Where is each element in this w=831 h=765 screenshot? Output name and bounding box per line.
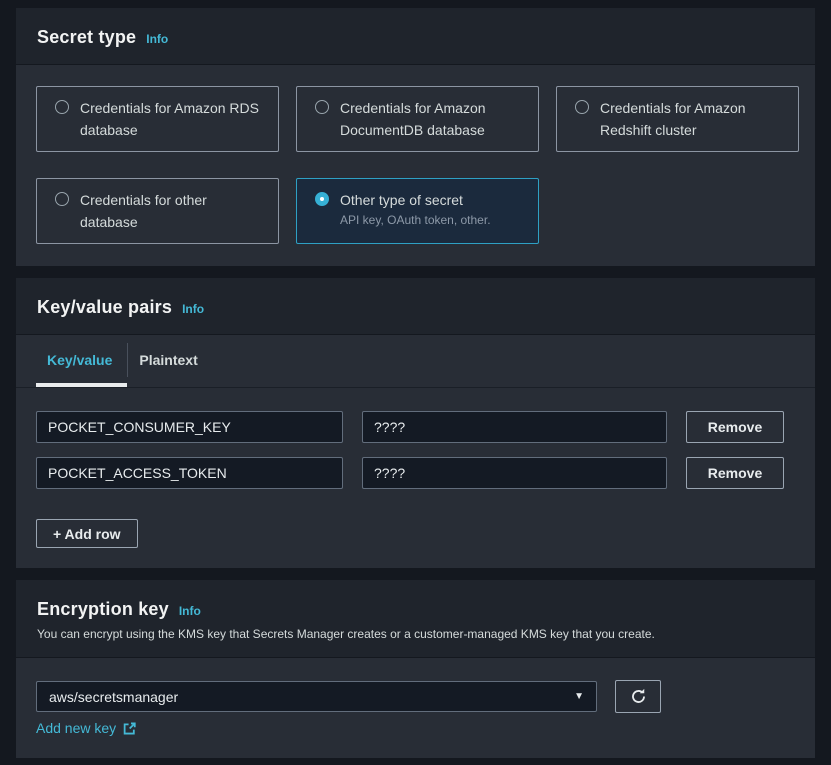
key-value-rows: Remove Remove + Add row — [16, 388, 815, 568]
key-value-pairs-panel: Key/value pairs Info Key/value Plaintext… — [16, 278, 815, 568]
key-value-tabs: Key/value Plaintext — [16, 335, 815, 388]
radio-icon — [315, 100, 329, 114]
secret-type-info-link[interactable]: Info — [146, 32, 168, 46]
encryption-key-title: Encryption key — [37, 599, 169, 620]
add-row-button[interactable]: + Add row — [36, 519, 138, 548]
key-value-pairs-title: Key/value pairs — [37, 297, 172, 318]
radio-icon — [55, 192, 69, 206]
add-new-key-link[interactable]: Add new key — [36, 720, 137, 736]
radio-card-label: Credentials for other database — [80, 189, 264, 233]
kms-key-select[interactable]: aws/secretsmanager ▼ — [36, 681, 597, 712]
remove-row-button[interactable]: Remove — [686, 457, 784, 489]
caret-down-icon: ▼ — [574, 691, 584, 702]
radio-card-other-secret[interactable]: Other type of secret API key, OAuth toke… — [296, 178, 539, 244]
radio-card-redshift[interactable]: Credentials for Amazon Redshift cluster — [556, 86, 799, 152]
secret-type-title: Secret type — [37, 27, 136, 48]
encryption-key-info-link[interactable]: Info — [179, 604, 201, 618]
tab-key-value[interactable]: Key/value — [36, 335, 127, 387]
key-value-row: Remove — [36, 457, 795, 489]
secret-type-options: Credentials for Amazon RDS database Cred… — [16, 65, 815, 266]
radio-card-label: Other type of secret — [340, 192, 463, 208]
refresh-keys-button[interactable] — [615, 680, 661, 713]
key-input[interactable] — [36, 457, 343, 489]
radio-card-sublabel: API key, OAuth token, other. — [340, 213, 491, 227]
value-input[interactable] — [362, 457, 667, 489]
radio-card-label: Credentials for Amazon Redshift cluster — [600, 97, 784, 141]
secret-type-header: Secret type Info — [16, 8, 815, 65]
key-value-row: Remove — [36, 411, 795, 443]
radio-card-documentdb[interactable]: Credentials for Amazon DocumentDB databa… — [296, 86, 539, 152]
external-link-icon — [122, 721, 137, 736]
encryption-key-header: Encryption key Info You can encrypt usin… — [16, 580, 815, 658]
encryption-key-body: aws/secretsmanager ▼ Add new key — [16, 658, 815, 758]
encryption-key-panel: Encryption key Info You can encrypt usin… — [16, 580, 815, 758]
radio-icon — [55, 100, 69, 114]
radio-icon — [575, 100, 589, 114]
radio-card-label: Credentials for Amazon RDS database — [80, 97, 264, 141]
radio-card-label: Credentials for Amazon DocumentDB databa… — [340, 97, 524, 141]
key-input[interactable] — [36, 411, 343, 443]
secret-type-panel: Secret type Info Credentials for Amazon … — [16, 8, 815, 266]
radio-card-other-database[interactable]: Credentials for other database — [36, 178, 279, 244]
radio-checked-icon — [315, 192, 329, 206]
value-input[interactable] — [362, 411, 667, 443]
encryption-key-description: You can encrypt using the KMS key that S… — [37, 627, 794, 641]
radio-card-rds[interactable]: Credentials for Amazon RDS database — [36, 86, 279, 152]
key-value-pairs-header: Key/value pairs Info — [16, 278, 815, 335]
tab-plaintext[interactable]: Plaintext — [128, 335, 212, 387]
add-new-key-label: Add new key — [36, 720, 116, 736]
kms-key-selected-value: aws/secretsmanager — [49, 689, 178, 705]
refresh-icon — [630, 688, 647, 705]
key-value-pairs-info-link[interactable]: Info — [182, 302, 204, 316]
remove-row-button[interactable]: Remove — [686, 411, 784, 443]
